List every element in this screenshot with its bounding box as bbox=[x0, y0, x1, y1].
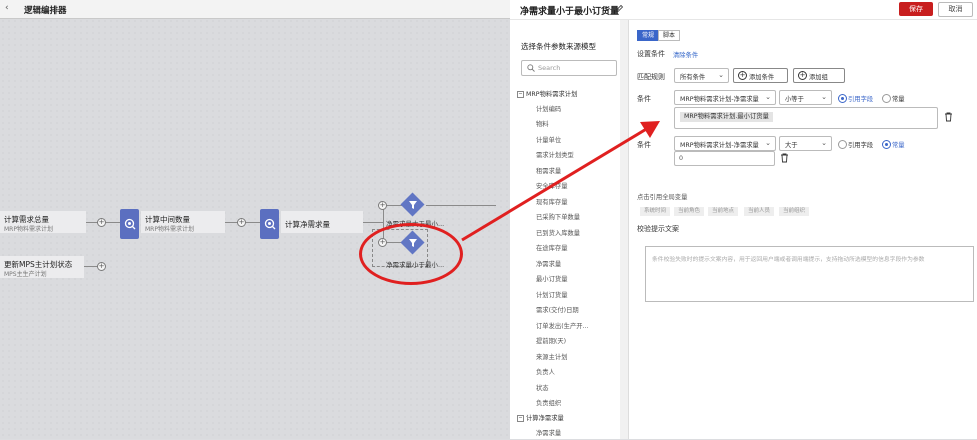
annotation-arrow bbox=[461, 121, 660, 242]
